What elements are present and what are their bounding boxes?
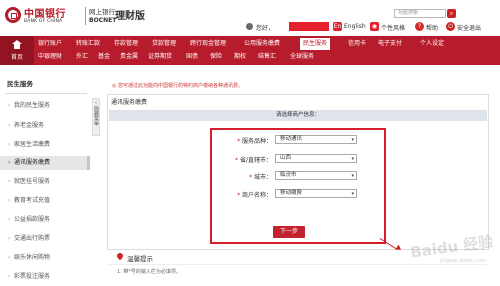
nav-fund[interactable]: 基金 [98,51,110,63]
greeting-text: 您好， [256,25,275,32]
page: 中国银行 BANK OF CHINA 网上银行 BOCNET 理财版 功能搜索 … [0,0,500,286]
boc-logo-icon[interactable] [5,7,21,23]
nav-personal-settings[interactable]: 个人设定 [420,38,444,50]
nav-transfer[interactable]: 转账汇款 [76,38,100,50]
logo-english: BANK OF CHINA [24,19,63,24]
logout-link[interactable]: 安全退出 [457,23,481,32]
function-search-input[interactable]: 功能搜索 [394,9,446,18]
nav-global-service[interactable]: 全球服务 [290,51,314,63]
personalize-icon[interactable]: ◉ [370,22,379,31]
logo-chinese: 中国银行 [24,9,66,20]
home-label: 首页 [10,54,23,61]
help-icon[interactable]: ? [415,22,424,31]
tips-divider [109,264,487,265]
collapse-menu-tab[interactable]: ‹ 隐藏菜单 [92,98,100,136]
sidebar-item-lottery[interactable]: 彩票投注服务 [0,270,90,284]
nav-treasury-bond[interactable]: 国债 [186,51,198,63]
redacted-username [289,22,329,31]
nav-options[interactable]: 期权 [234,51,246,63]
panel-title: 通讯服务缴费 [111,99,148,106]
sidebar-item-medical-registration[interactable]: 就医挂号服务 [0,175,90,189]
sidebar-item-home-bills[interactable]: 家居生活缴费 [0,138,90,152]
tips-text: 1. 带*号的输入栏为必填项。 [117,269,181,275]
nav-fx-settlement[interactable]: 结售汇 [258,51,276,63]
sidebar-item-pension[interactable]: 养老金服务 [0,119,90,133]
home-icon [12,40,22,49]
notice-message: 您可通过此功能向中国银行的特约商户缴纳各种通讯费。 [117,83,243,89]
nav-loan[interactable]: 贷款管理 [152,38,176,50]
sidebar-item-my-livelihood[interactable]: 我的民生服务 [0,99,90,113]
nav-insurance[interactable]: 保险 [210,51,222,63]
nav-e-payment[interactable]: 电子支付 [378,38,402,50]
highlight-annotation-box [210,128,386,244]
nav-cash-mgmt[interactable]: 跨行现金管理 [190,38,226,50]
nav-securities[interactable]: 证券期货 [148,51,172,63]
home-button[interactable]: 首页 [0,36,34,65]
nav-deposit[interactable]: 存款管理 [114,38,138,50]
nav-forex[interactable]: 外汇 [76,51,88,63]
sidebar-title: 民生服务 [7,80,33,88]
help-link[interactable]: 帮助 [426,23,438,32]
annotation-arrow-head [395,244,403,253]
logout-icon[interactable]: ⏻ [446,22,455,31]
english-icon[interactable]: En [333,22,342,31]
search-icon[interactable]: ⌕ [447,9,456,18]
sidebar-item-travel-tickets[interactable]: 交通出行购票 [0,232,90,246]
collapse-menu-label: 隐藏菜单 [93,106,99,126]
ebank-label: 网上银行 [89,8,115,16]
notice-text: ◎ 您可通过此功能向中国银行的特约商户缴纳各种通讯费。 [112,83,243,89]
section-header: 请选择商户信息： [109,110,487,121]
nav-livelihood-service[interactable]: 民生服务 [300,38,331,50]
sidebar-divider [5,93,87,94]
nav-bank-account[interactable]: 银行账户 [38,38,62,50]
location-pin-icon [117,253,123,261]
nav-credit-card[interactable]: 信用卡 [348,38,366,50]
tips-title: 温馨提示 [127,255,153,263]
version-label: 理财版 [115,11,145,22]
nav-boc-wealth[interactable]: 中银理财 [38,51,62,63]
sidebar-item-exam-recharge[interactable]: 教育考试充值 [0,194,90,208]
header: 中国银行 BANK OF CHINA 网上银行 BOCNET 理财版 功能搜索 … [0,0,500,36]
sidebar-item-telecom-payment[interactable]: 通讯服务缴费 [0,156,90,170]
user-icon [246,23,253,30]
english-link[interactable]: English [344,23,366,30]
bocnet-label: BOCNET [89,17,117,24]
personalize-link[interactable]: 个性风格 [381,23,405,32]
logo-divider [85,7,86,25]
watermark-url: jingyan.baidu.com [440,258,487,264]
nav-utility-payment[interactable]: 公用服务缴费 [244,38,280,50]
sidebar-item-entertainment-shopping[interactable]: 娱乐休闲购物 [0,251,90,265]
nav-precious-metal[interactable]: 贵金属 [120,51,138,63]
sidebar-item-charity-donation[interactable]: 公益捐款服务 [0,213,90,227]
